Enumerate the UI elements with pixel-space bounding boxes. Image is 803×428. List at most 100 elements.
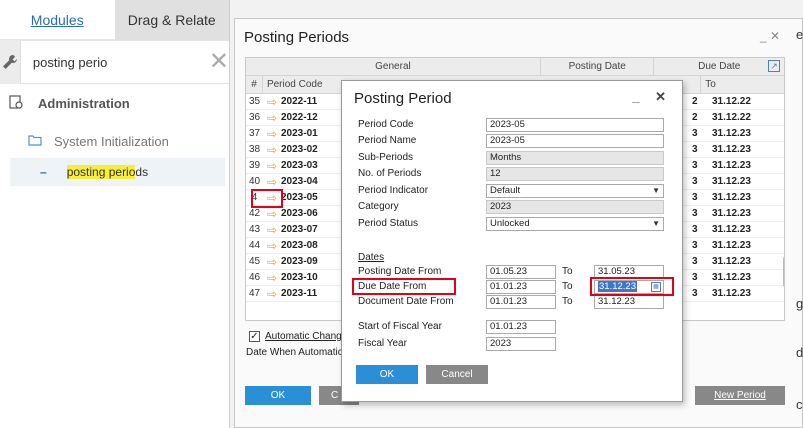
tree-item-system-initialization[interactable]: System Initialization	[0, 130, 229, 152]
automatic-change-option[interactable]: ✓ Automatic Chang	[249, 331, 342, 342]
row-number: 47	[248, 288, 261, 299]
automatic-change-checkbox[interactable]: ✓	[249, 331, 260, 342]
due-date-from-cell: 3	[692, 128, 698, 139]
sub-periods-field: Months	[486, 151, 664, 165]
link-arrow-icon[interactable]: ⇨	[263, 174, 281, 189]
period-status-select[interactable]: Unlocked	[486, 217, 664, 231]
due-date-from-cell: 3	[692, 160, 698, 171]
fiscal-year-field[interactable]: 2023	[486, 337, 556, 351]
clipped-text-1: e	[796, 27, 803, 42]
link-arrow-icon[interactable]: ⇨	[263, 126, 281, 141]
col-number: #	[246, 76, 263, 93]
due-date-from-cell: 3	[692, 192, 698, 203]
link-arrow-icon[interactable]: ⇨	[263, 270, 281, 285]
label-period-status: Period Status	[358, 218, 419, 229]
label-no-of-periods: No. of Periods	[358, 168, 422, 179]
due-date-to-cell: 31.12.22	[712, 96, 751, 107]
grid-scrollbar[interactable]	[783, 256, 784, 288]
module-tabs: Modules Drag & Relate	[0, 0, 229, 40]
new-period-label: New Period	[714, 390, 766, 401]
expand-icon[interactable]: ↗	[768, 60, 780, 72]
due-date-to-cell: 31.12.22	[712, 112, 751, 123]
posting-date-from-field[interactable]: 01.05.23	[486, 265, 556, 279]
due-date-from-cell: 3	[692, 144, 698, 155]
due-date-from-field[interactable]: 01.01.23	[486, 280, 556, 294]
module-search-row: ✕	[0, 40, 229, 84]
link-arrow-icon[interactable]: ⇨	[263, 142, 281, 157]
ok-button[interactable]: OK	[245, 386, 311, 405]
link-arrow-icon[interactable]: ⇨	[263, 254, 281, 269]
tab-modules-label: Modules	[30, 11, 84, 28]
group-general: General	[246, 58, 541, 75]
clear-search-icon[interactable]: ✕	[209, 42, 229, 82]
row-number: 46	[248, 272, 261, 283]
admin-gear-icon	[8, 94, 26, 113]
annotation-box-due-date-to	[590, 277, 674, 296]
due-date-from-cell: 3	[692, 272, 698, 283]
due-date-from-cell: 3	[692, 224, 698, 235]
posting-to-label: To	[562, 266, 573, 277]
link-arrow-icon[interactable]: ⇨	[263, 158, 281, 173]
group-posting-date: Posting Date	[541, 58, 655, 75]
modules-panel: Modules Drag & Relate ✕ Administration S…	[0, 0, 230, 428]
period-name-field[interactable]: 2023-05	[486, 134, 664, 148]
due-date-to-cell: 31.12.23	[712, 128, 751, 139]
col-due-to[interactable]: To	[701, 76, 784, 93]
label-period-name: Period Name	[358, 135, 417, 146]
dialog-controls[interactable]: _ ✕	[632, 89, 672, 105]
label-start-fiscal-year: Start of Fiscal Year	[358, 321, 442, 332]
tree-bullet: –	[40, 165, 47, 179]
dates-section-header: Dates	[358, 252, 385, 263]
link-arrow-icon[interactable]: ⇨	[263, 206, 281, 221]
row-number: 39	[248, 160, 261, 171]
due-date-from-cell: 3	[692, 208, 698, 219]
period-indicator-select[interactable]: Default	[486, 184, 664, 198]
new-period-button[interactable]: New Period	[695, 386, 785, 405]
period-code-cell: 2023-10	[281, 272, 318, 283]
due-date-to-cell: 31.12.23	[712, 192, 751, 203]
period-code-cell: 2023-09	[281, 256, 318, 267]
link-arrow-icon[interactable]: ⇨	[263, 238, 281, 253]
start-fiscal-year-field[interactable]: 01.01.23	[486, 320, 556, 334]
period-code-cell: 2023-07	[281, 224, 318, 235]
tab-drag-relate[interactable]: Drag & Relate	[114, 0, 229, 40]
tree-label-rest: ds	[135, 165, 149, 179]
label-category: Category	[358, 201, 399, 212]
due-date-to-cell: 31.12.23	[712, 176, 751, 187]
annotation-box-row-arrow	[251, 189, 283, 208]
label-period-code: Period Code	[358, 119, 414, 130]
tree-item-administration[interactable]: Administration	[0, 92, 229, 114]
clipped-text-2: g	[796, 296, 803, 311]
due-date-from-cell: 2	[692, 96, 698, 107]
tree-item-posting-periods[interactable]: – posting periods	[10, 158, 225, 186]
row-number: 38	[248, 144, 261, 155]
period-code-cell: 2023-03	[281, 160, 318, 171]
period-code-cell: 2023-01	[281, 128, 318, 139]
tab-modules[interactable]: Modules	[0, 0, 115, 40]
link-arrow-icon[interactable]: ⇨	[263, 94, 281, 109]
clipped-text-3: d	[796, 345, 803, 360]
window-controls[interactable]: _ ✕	[760, 29, 780, 43]
wrench-icon	[0, 40, 21, 84]
period-code-cell: 2023-08	[281, 240, 318, 251]
label-fiscal-year: Fiscal Year	[358, 338, 407, 349]
link-arrow-icon[interactable]: ⇨	[263, 286, 281, 301]
dialog-ok-button[interactable]: OK	[356, 365, 418, 384]
automatic-change-label: Automatic Chang	[265, 331, 342, 342]
search-match-highlight: posting perio	[66, 165, 136, 179]
period-code-field[interactable]: 2023-05	[486, 118, 664, 132]
module-search-input[interactable]	[20, 42, 209, 82]
date-when-automatic-label: Date When Automatic	[246, 347, 343, 358]
due-date-from-cell: 3	[692, 176, 698, 187]
due-date-to-cell: 31.12.23	[712, 272, 751, 283]
period-code-cell: 2023-04	[281, 176, 318, 187]
due-date-from-cell: 3	[692, 288, 698, 299]
document-date-to-field[interactable]: 31.12.23	[594, 295, 664, 309]
no-of-periods-field: 12	[486, 167, 664, 181]
link-arrow-icon[interactable]: ⇨	[263, 110, 281, 125]
dialog-cancel-button[interactable]: Cancel	[426, 365, 488, 384]
document-date-from-field[interactable]: 01.01.23	[486, 295, 556, 309]
tree-label-administration: Administration	[38, 95, 130, 111]
link-arrow-icon[interactable]: ⇨	[263, 222, 281, 237]
period-code-cell: 2022-12	[281, 112, 318, 123]
